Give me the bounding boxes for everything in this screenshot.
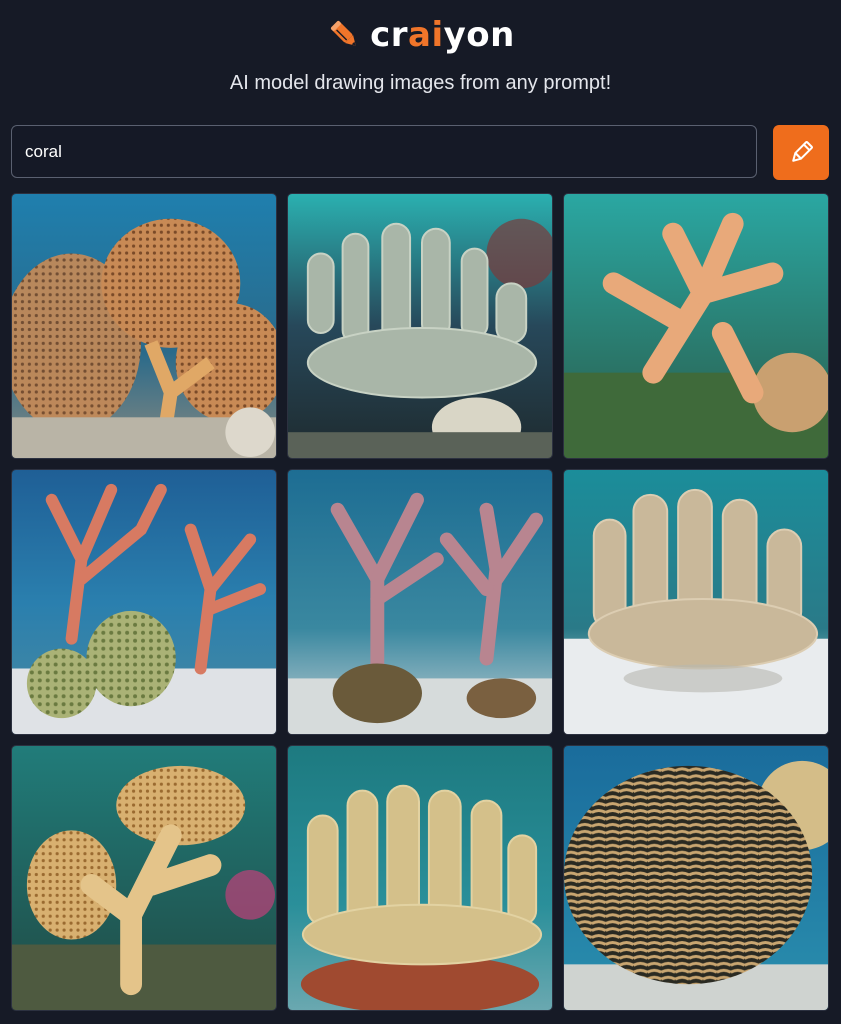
result-image-8[interactable] (287, 745, 553, 1011)
result-image-7[interactable] (11, 745, 277, 1011)
result-image-3[interactable] (563, 193, 829, 459)
result-image-6[interactable] (563, 469, 829, 735)
pencil-icon (331, 21, 356, 46)
result-image-2[interactable] (287, 193, 553, 459)
result-image-4[interactable] (11, 469, 277, 735)
prompt-input[interactable] (11, 125, 757, 178)
brand-name-prefix: cr (370, 15, 409, 55)
results-grid (11, 193, 829, 1011)
tagline: AI model drawing images from any prompt! (229, 72, 612, 94)
result-image-5[interactable] (287, 469, 553, 735)
brand-logo: craiyon (370, 15, 515, 55)
draw-button[interactable] (773, 125, 829, 180)
brand-header: craiyon (0, 10, 841, 60)
result-image-9[interactable] (563, 745, 829, 1011)
brand-name-accent: ai (408, 15, 444, 55)
pencil-icon (792, 140, 813, 162)
brand-name-suffix: yon (443, 15, 515, 55)
result-image-1[interactable] (11, 193, 277, 459)
